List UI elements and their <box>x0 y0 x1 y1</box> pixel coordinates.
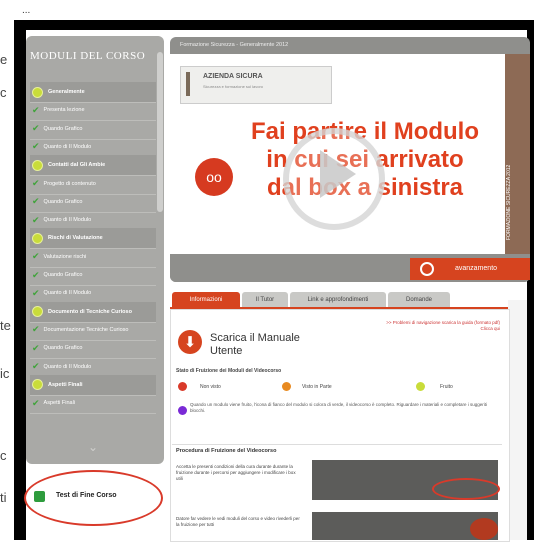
sidebar-item-label: Quando Grafico <box>43 272 83 278</box>
check-icon: ✔ <box>32 141 40 152</box>
check-icon: ✔ <box>32 196 40 207</box>
chevron-down-icon[interactable]: ⌄ <box>88 440 98 454</box>
sidebar-item-label: Quando Grafico <box>43 198 83 205</box>
status-green-dot <box>416 382 425 391</box>
play-icon[interactable] <box>320 150 356 198</box>
legend-label: Fruito <box>440 384 453 390</box>
sidebar-scrollbar[interactable] <box>157 52 163 212</box>
background-glyph: ic <box>0 366 10 381</box>
final-test-link[interactable]: Test di Fine Corso <box>56 492 117 499</box>
procedure-heading: Procedura di Fruizione del Videocorso <box>176 448 277 454</box>
procedure-paragraph: Accetta le presenti condizioni della cur… <box>176 464 296 481</box>
check-icon: ✔ <box>32 251 40 262</box>
tab-links[interactable]: Link e approfondimenti <box>290 292 386 307</box>
status-dot-icon <box>32 159 43 171</box>
procedure-paragraph: Datore far vedere le vedi moduli del cor… <box>176 516 300 527</box>
logo-subtitle: Sicurezza e formazione sul lavoro <box>203 84 264 89</box>
next-button-label: avanzamento <box>455 265 498 272</box>
legend-label: Visto in Parte <box>302 384 332 390</box>
status-dot-icon <box>32 86 43 98</box>
sidebar-item-label: Quanto di Il Modulo <box>43 290 92 297</box>
background-right-strip <box>508 300 527 540</box>
legend-label: Non visto <box>200 384 221 390</box>
download-manual-link[interactable]: Scarica il Manuale Utente <box>210 332 310 358</box>
sidebar-item-label: Generalmente <box>48 89 85 95</box>
background-header-text: ... <box>22 5 31 16</box>
check-icon: ✔ <box>32 397 40 408</box>
test-icon[interactable] <box>34 491 45 502</box>
logo-mark <box>186 72 190 96</box>
status-dot-icon <box>32 306 43 318</box>
check-icon: ✔ <box>32 214 40 225</box>
sidebar-item-label: Quanto di Il Modulo <box>43 363 92 370</box>
section-divider <box>172 444 502 445</box>
sidebar-item-label: Contatti dal Gli Ambie <box>48 162 106 169</box>
sidebar-item-label: Documentazione Tecniche Curioso <box>43 326 129 333</box>
sidebar-item-label: Quando Grafico <box>43 125 83 132</box>
video-title: Formazione Sicurezza - Generalmente 2012 <box>180 42 289 48</box>
status-orange-dot <box>282 382 291 391</box>
check-icon: ✔ <box>32 269 40 280</box>
sidebar-item-label: Aspetti Finali <box>48 381 83 388</box>
overlay-frame-left <box>14 20 26 540</box>
check-icon: ✔ <box>32 104 40 115</box>
tab-tutor[interactable]: Il Tutor <box>242 292 288 307</box>
check-icon: ✔ <box>32 287 40 298</box>
thumbnail-red-mark <box>470 518 498 540</box>
background-glyph: te <box>0 318 11 333</box>
tab-informazioni[interactable]: Informazioni <box>172 292 240 307</box>
thumbnail-highlight-oval <box>432 478 500 500</box>
check-icon: ✔ <box>32 324 40 335</box>
status-red-dot <box>178 382 187 391</box>
sidebar-lesson-item[interactable]: ✔ Aspetti Finali <box>30 393 156 415</box>
status-dot-icon <box>32 379 43 391</box>
status-purple-dot <box>178 406 187 415</box>
sidebar-title: MODULI DEL CORSO <box>30 50 146 62</box>
sidebar-item-label: Quando Grafico <box>43 345 83 352</box>
help-guide-link[interactable]: >> Problemi di navigazione scarica la gu… <box>385 320 500 332</box>
background-glyph: c <box>0 85 7 100</box>
sidebar-item-label: Quanto di Il Modulo <box>43 217 92 224</box>
check-icon: ✔ <box>32 361 40 371</box>
sidebar-item-label: Aspetti Finali <box>43 400 76 407</box>
sidebar-item-label: Presenta lezione <box>43 107 85 114</box>
tab-domande[interactable]: Domande <box>388 292 450 307</box>
status-heading: Stato di Fruizione dei Moduli del Videoc… <box>176 368 282 374</box>
sidebar-item-label: Quanto di Il Modulo <box>43 143 92 150</box>
sidebar-item-label: Documento di Tecniche Curioso <box>48 308 132 315</box>
sidebar-item-label: Progetto di contenuto <box>43 180 96 187</box>
overlay-frame-top <box>20 20 534 30</box>
status-note: Quando un modulo viene fruito, l'icona d… <box>190 402 488 413</box>
background-glyph: c <box>0 448 7 463</box>
sidebar-item-label: Valutazione rischi <box>43 253 87 260</box>
check-icon: ✔ <box>32 178 40 188</box>
background-glyph: e <box>0 52 8 67</box>
check-icon: ✔ <box>32 123 40 134</box>
sidebar-item-label: Rischi di Valutazione <box>48 235 103 242</box>
circle-icon <box>420 262 434 276</box>
background-glyph: ti <box>0 490 7 505</box>
check-icon: ✔ <box>32 342 40 353</box>
download-icon[interactable]: ⬇ <box>178 330 202 354</box>
logo-title: AZIENDA SICURA <box>203 73 263 80</box>
status-dot-icon <box>32 232 43 244</box>
